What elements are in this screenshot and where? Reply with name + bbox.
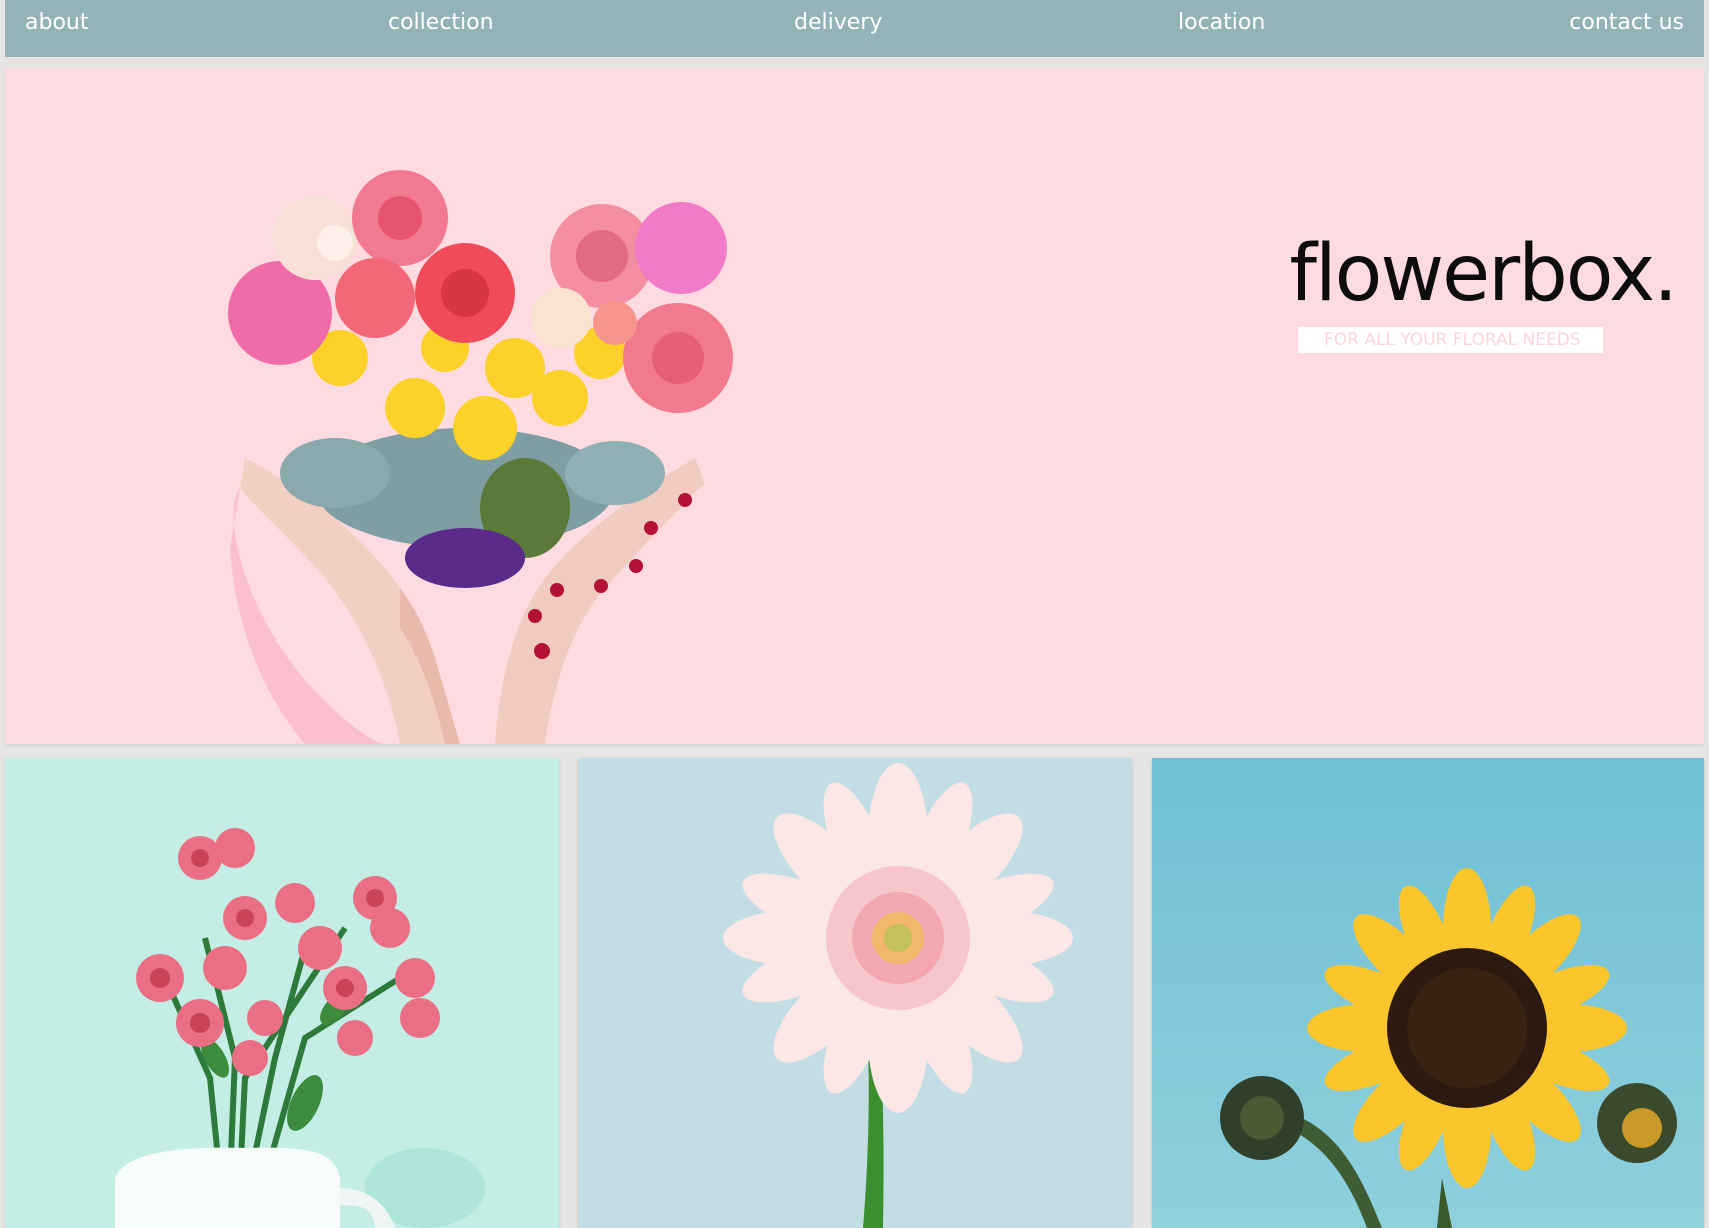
dried-sunflower-left <box>1220 1076 1304 1160</box>
heart-bouquet-image <box>228 170 733 744</box>
nav-link-location[interactable]: location <box>1178 9 1265 37</box>
gallery-tile-roses[interactable] <box>5 758 559 1228</box>
sunflower-image <box>1152 758 1704 1228</box>
brand-tagline: FOR ALL YOUR FLORAL NEEDS <box>1298 327 1603 353</box>
brand-title: flowerbox. <box>1289 229 1678 319</box>
top-nav: about collection delivery location conta… <box>5 0 1704 57</box>
nav-link-about[interactable]: about <box>25 9 88 37</box>
gallery-tile-sunflower[interactable] <box>1152 758 1704 1228</box>
nav-link-collection[interactable]: collection <box>388 9 494 37</box>
pink-gerbera-daisy-image <box>578 758 1132 1228</box>
gallery-tile-gerbera[interactable] <box>578 758 1132 1228</box>
page: about collection delivery location conta… <box>0 0 1709 1228</box>
nav-link-contact-us[interactable]: contact us <box>1569 9 1684 37</box>
yellow-flowers <box>312 324 626 460</box>
dried-sunflower-right <box>1597 1083 1677 1163</box>
roses <box>228 170 733 413</box>
nav-link-delivery[interactable]: delivery <box>794 9 882 37</box>
pink-roses-in-vase-image <box>5 758 559 1228</box>
hero-banner: flowerbox. FOR ALL YOUR FLORAL NEEDS <box>5 68 1704 744</box>
